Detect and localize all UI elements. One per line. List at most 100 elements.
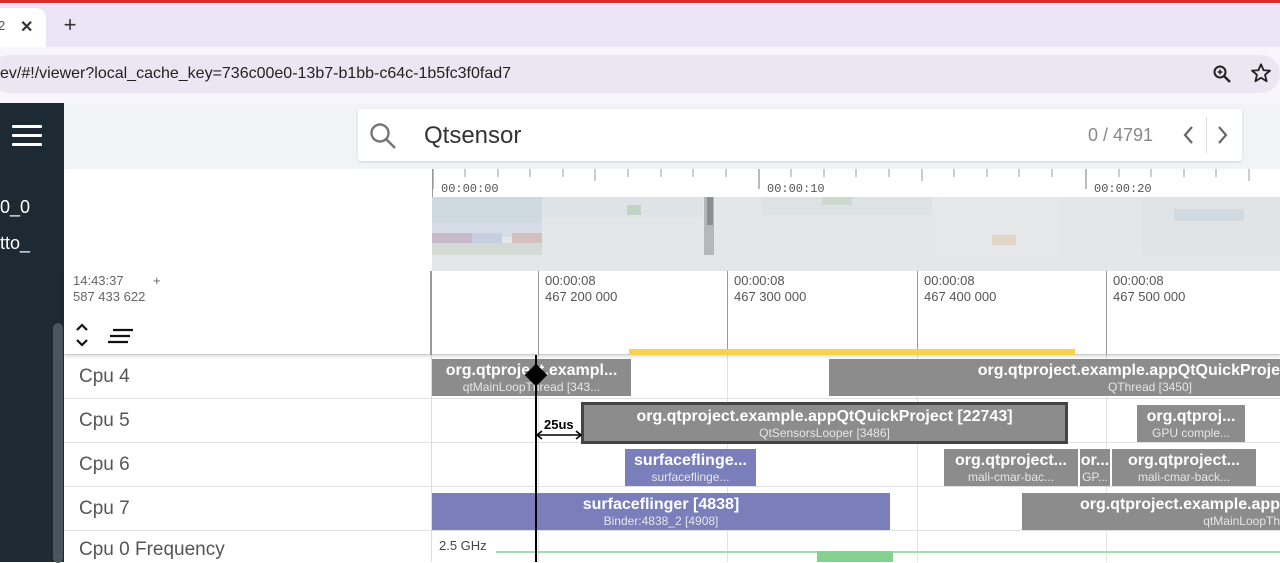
sched-slice[interactable]: org.qtproject... mali-cmar-back... — [1112, 449, 1256, 486]
slice-subtitle: GP... — [1082, 470, 1108, 484]
previous-result-icon[interactable] — [1178, 122, 1200, 148]
duration-arrow — [535, 430, 583, 440]
selected-sched-slice[interactable]: org.qtproject.example.appQtQuickProject … — [581, 402, 1068, 444]
tick-label-ns: 467 500 000 — [1113, 289, 1186, 304]
track-cpu-4[interactable]: Cpu 4 org.qtproject.exampl... qtMainLoop… — [64, 355, 1280, 399]
frequency-bar[interactable] — [817, 551, 893, 562]
track-cpu-0-frequency[interactable]: Cpu 0 Frequency — [64, 531, 1280, 562]
tick-line — [917, 271, 918, 355]
search-separator — [1206, 117, 1207, 153]
browser-tab[interactable]: 2 ✕ — [0, 8, 46, 47]
overview-timeline[interactable]: 00:00:00 00:00:10 00:00:20 — [64, 169, 1280, 271]
tick-line — [1106, 271, 1107, 355]
tab-strip: 2 ✕ + — [0, 3, 1280, 47]
slice-title: org.qtproject... — [955, 452, 1067, 469]
tick-label-ns: 467 400 000 — [924, 289, 997, 304]
slice-subtitle: Binder:4838_2 [4908] — [603, 514, 719, 528]
slice-subtitle: mali-cmar-bac... — [967, 470, 1054, 484]
sidebar: 0_0 tto_ — [0, 103, 64, 563]
track-name: Cpu 5 — [79, 410, 130, 431]
slice-subtitle: QtSensorsLooper [3486] — [759, 426, 890, 440]
slice-title: surfaceflinge... — [634, 452, 747, 469]
sidebar-trace-name-1[interactable]: 0_0 — [0, 197, 30, 218]
sidebar-trace-name-2[interactable]: tto_ — [0, 233, 30, 254]
slice-subtitle: QThread [3450] — [1107, 380, 1192, 394]
url-text[interactable]: ev/#!/viewer?local_cache_key=736c00e0-13… — [0, 65, 511, 83]
absolute-time: 14:43:37 587 433 622 — [73, 273, 145, 305]
tick-label-ns: 467 200 000 — [545, 289, 618, 304]
tab-title: 2 — [0, 18, 6, 33]
slice-title: org.qtproject.example.appQtQuickProject … — [636, 408, 1013, 425]
track-header: Cpu 6 — [64, 443, 432, 487]
url-field[interactable]: ev/#!/viewer?local_cache_key=736c00e0-13… — [0, 55, 1280, 93]
track-header: Cpu 0 Frequency — [64, 531, 432, 562]
track-header: Cpu 5 — [64, 399, 432, 443]
sched-slice[interactable]: surfaceflinge... surfaceflinge... — [625, 449, 756, 486]
absolute-time-clock: 14:43:37 — [73, 273, 124, 288]
overview-tick-label: 00:00:00 — [441, 182, 499, 196]
timeline-header: 14:43:37 587 433 622 + 00:00:08 467 200 … — [64, 271, 1280, 355]
tick-label-time: 00:00:08 — [1113, 273, 1164, 288]
tab-close-icon[interactable]: ✕ — [20, 17, 33, 37]
sched-slice[interactable]: org.qtproject.example.appQtQuickProje QT… — [829, 359, 1280, 396]
frequency-scale-label: 2.5 GHz — [439, 538, 487, 553]
sched-slice[interactable]: org.qtproj... GPU comple... — [1137, 405, 1245, 442]
track-name: Cpu 6 — [79, 454, 130, 475]
track-area: Cpu 4 org.qtproject.exampl... qtMainLoop… — [64, 355, 1280, 562]
overview-tick-label: 00:00:20 — [1094, 182, 1152, 196]
absolute-time-ns: 587 433 622 — [73, 289, 146, 304]
tick-label: 00:00:08 467 400 000 — [924, 273, 996, 305]
slice-title: org.qtproject.example.app — [1079, 496, 1280, 513]
search-band: Qtsensor 0 / 4791 — [64, 103, 1280, 169]
overview-heatmap — [432, 197, 1280, 271]
track-cpu-5[interactable]: Cpu 5 org.qtproject.example.appQtQuickPr… — [64, 399, 1280, 444]
slice-title: org.qtproject... — [1128, 452, 1240, 469]
slice-title: surfaceflinger [4838] — [582, 496, 740, 513]
track-header: Cpu 7 — [64, 487, 432, 531]
overview-ticks — [433, 169, 1250, 189]
slice-title: org.qtproj... — [1146, 408, 1236, 425]
track-name: Cpu 4 — [79, 366, 130, 387]
track-name: Cpu 7 — [79, 498, 130, 519]
slice-subtitle: qtMainLoopTh — [1203, 514, 1280, 528]
address-bar-area: ev/#!/viewer?local_cache_key=736c00e0-13… — [0, 47, 1280, 103]
overview-tick-label: 00:00:10 — [767, 182, 825, 196]
new-tab-button[interactable]: + — [60, 12, 80, 38]
slice-subtitle: GPU comple... — [1151, 426, 1231, 440]
search-result-count: 0 / 4791 — [1088, 125, 1154, 145]
track-header: Cpu 4 — [64, 355, 432, 399]
slice-title: org.qtproject.example.appQtQuickProje — [977, 362, 1280, 379]
tick-line — [538, 271, 539, 355]
tick-label-ns: 467 300 000 — [734, 289, 807, 304]
bookmark-star-icon[interactable] — [1250, 62, 1272, 84]
zoom-icon[interactable] — [1212, 64, 1232, 84]
expand-collapse-icon[interactable] — [74, 321, 90, 349]
search-input[interactable]: Qtsensor — [424, 122, 521, 150]
time-offset-plus: + — [153, 273, 161, 288]
sidebar-scrollbar[interactable] — [53, 323, 63, 563]
tick-label-time: 00:00:08 — [545, 273, 596, 288]
timeline-header-left: 14:43:37 587 433 622 + — [64, 271, 432, 355]
tick-label: 00:00:08 467 200 000 — [545, 273, 617, 305]
sched-slice[interactable]: org.qtproject... mali-cmar-bac... — [944, 449, 1078, 486]
slice-subtitle: mali-cmar-back... — [1137, 470, 1230, 484]
slice-title: or... — [1080, 452, 1110, 469]
sched-slice[interactable]: surfaceflinger [4838] Binder:4838_2 [490… — [432, 493, 890, 530]
next-result-icon[interactable] — [1211, 122, 1233, 148]
slice-subtitle: surfaceflinge... — [651, 470, 730, 484]
sort-icon[interactable] — [107, 327, 135, 345]
track-cpu-6[interactable]: Cpu 6 surfaceflinge... surfaceflinge... … — [64, 443, 1280, 487]
sched-slice[interactable]: org.qtproject.example.app qtMainLoopTh — [1022, 493, 1280, 530]
trace-viewer: Qtsensor 0 / 4791 00:00:00 00:00:10 00:0… — [64, 103, 1280, 562]
track-name: Cpu 0 Frequency — [79, 539, 225, 560]
search-highlight-bar — [629, 349, 1075, 355]
sched-slice[interactable]: or... GP... — [1080, 449, 1110, 486]
menu-icon[interactable] — [12, 125, 42, 147]
tick-label: 00:00:08 467 300 000 — [734, 273, 806, 305]
tick-label-time: 00:00:08 — [924, 273, 975, 288]
overview-left-panel — [64, 169, 432, 271]
search-box: Qtsensor 0 / 4791 — [358, 109, 1242, 161]
track-cpu-7[interactable]: Cpu 7 surfaceflinger [4838] Binder:4838_… — [64, 487, 1280, 531]
search-icon — [370, 123, 396, 149]
tick-line — [727, 271, 728, 355]
